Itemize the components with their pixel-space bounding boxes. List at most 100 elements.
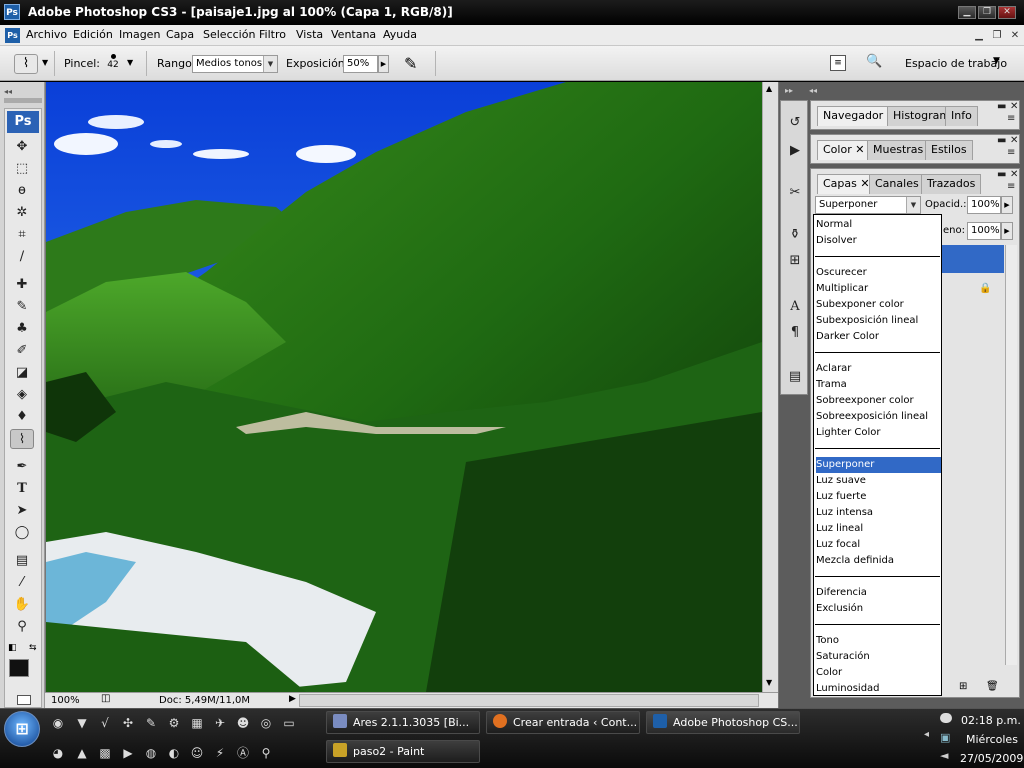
start-button[interactable]: ⊞ — [4, 711, 40, 747]
blend-luz-fuerte[interactable]: Luz fuerte — [816, 489, 941, 505]
palette-well-icon[interactable]: ≡ — [830, 55, 846, 71]
panel-menu-icon[interactable]: ≡ — [1007, 113, 1015, 124]
users-icon[interactable]: ☺ — [189, 745, 205, 761]
menu-filtro[interactable]: Filtro — [259, 28, 286, 41]
chevron-down-icon[interactable]: ▼ — [993, 56, 1000, 66]
speech-bubble-icon[interactable] — [940, 713, 952, 723]
doc-close-button[interactable]: ✕ — [1008, 29, 1022, 42]
doc-minimize-button[interactable]: ▁ — [972, 29, 986, 42]
slice-tool-icon[interactable]: ∕ — [10, 247, 34, 267]
pen-tool-icon[interactable]: ✒ — [10, 457, 34, 477]
default-colors-icon[interactable]: ◧ — [8, 643, 17, 653]
clone-stamp-tool-icon[interactable]: ♣ — [10, 319, 34, 339]
quick-mask-icon[interactable] — [17, 695, 31, 705]
blend-subexponer-color[interactable]: Subexponer color — [816, 297, 941, 313]
task-ares[interactable]: Ares 2.1.1.3035 [Bi... — [326, 711, 480, 734]
restore-button[interactable]: ❐ — [978, 6, 996, 19]
quicklaunch-icon[interactable]: ▦ — [189, 715, 205, 731]
hand-tool-icon[interactable]: ✋ — [10, 595, 34, 615]
crop-tool-icon[interactable]: ⌗ — [10, 225, 34, 245]
chevron-down-icon[interactable]: ▼ — [42, 58, 48, 67]
tab-info[interactable]: Info — [945, 106, 978, 126]
blend-lighter-color[interactable]: Lighter Color — [816, 425, 941, 441]
bridge-icon[interactable]: 🔍 — [866, 54, 886, 72]
quicklaunch-icon[interactable]: ▼ — [74, 715, 90, 731]
blend-trama[interactable]: Trama — [816, 377, 941, 393]
quicklaunch-icon[interactable]: ◉ — [50, 715, 66, 731]
blend-saturacion[interactable]: Saturación — [816, 649, 941, 665]
monitor-icon[interactable]: ▭ — [281, 715, 297, 731]
history-brush-tool-icon[interactable]: ✐ — [10, 341, 34, 361]
scroll-down-icon[interactable]: ▼ — [766, 678, 772, 687]
paragraph-icon[interactable]: ¶ — [785, 323, 805, 343]
actions-icon[interactable]: ▶ — [785, 141, 805, 161]
layers-scrollbar[interactable] — [1005, 245, 1017, 665]
settings-gear-icon[interactable]: ⚙ — [166, 715, 182, 731]
menu-ventana[interactable]: Ventana — [331, 28, 376, 41]
trash-icon[interactable]: 🗑 — [986, 681, 999, 692]
blend-oscurecer[interactable]: Oscurecer — [816, 265, 941, 281]
menu-seleccion[interactable]: Selección — [203, 28, 255, 41]
tray-expand-icon[interactable]: ◂ — [924, 729, 929, 740]
opacity-field[interactable]: 100% — [967, 196, 1001, 214]
media-player-icon[interactable]: ▶ — [120, 745, 136, 761]
lasso-tool-icon[interactable]: ɵ — [10, 181, 34, 201]
blend-superponer[interactable]: Superponer — [816, 457, 941, 473]
chat-icon[interactable]: ◍ — [143, 745, 159, 761]
zoom-tool-icon[interactable]: ⚲ — [10, 617, 34, 637]
blend-subexposicion-lineal[interactable]: Subexposición lineal — [816, 313, 941, 329]
swap-colors-icon[interactable]: ⇆ — [29, 643, 37, 653]
task-photoshop[interactable]: Adobe Photoshop CS... — [646, 711, 800, 734]
tab-capas[interactable]: Capas ✕ — [817, 174, 876, 194]
panel-menu-icon[interactable]: ≡ — [1007, 147, 1015, 158]
layer-comps-icon[interactable]: ▤ — [785, 367, 805, 387]
opacity-arrow[interactable]: ▶ — [1001, 196, 1013, 214]
quicklaunch-icon[interactable]: √ — [97, 715, 113, 731]
chevron-down-icon[interactable]: ▼ — [127, 58, 133, 67]
volume-icon[interactable]: ◄ — [940, 749, 948, 762]
eraser-tool-icon[interactable]: ◪ — [10, 363, 34, 383]
expand-dock-icon[interactable]: ▸▸ — [785, 86, 793, 95]
blend-tono[interactable]: Tono — [816, 633, 941, 649]
fill-field[interactable]: 100% — [967, 222, 1001, 240]
sponge-tool-preset-icon[interactable]: ⌇ — [14, 54, 38, 74]
menu-imagen[interactable]: Imagen — [119, 28, 160, 41]
blend-mode-select[interactable]: Superponer ▼ — [815, 196, 921, 214]
blend-multiplicar[interactable]: Multiplicar — [816, 281, 941, 297]
exposure-slider-arrow[interactable]: ▶ — [378, 55, 389, 73]
panel-menu-icon[interactable]: ≡ — [1007, 181, 1015, 192]
brushes-icon[interactable]: ⚱ — [785, 225, 805, 245]
blend-exclusion[interactable]: Exclusión — [816, 601, 941, 617]
brush-picker[interactable]: 42 — [105, 52, 121, 76]
quicklaunch-icon[interactable]: ▩ — [97, 745, 113, 761]
blend-disolver[interactable]: Disolver — [816, 233, 941, 249]
blend-normal[interactable]: Normal — [816, 217, 941, 233]
document-image[interactable] — [46, 82, 762, 692]
tab-canales[interactable]: Canales — [869, 174, 925, 194]
toolbox-grip[interactable] — [4, 98, 42, 103]
status-arrow-icon[interactable]: ▶ — [289, 694, 296, 704]
menu-archivo[interactable]: Archivo — [26, 28, 67, 41]
quicklaunch-icon[interactable]: ✣ — [120, 715, 136, 731]
menu-capa[interactable]: Capa — [166, 28, 194, 41]
quicklaunch-icon[interactable]: ◐ — [166, 745, 182, 761]
paint-bucket-tool-icon[interactable]: ◈ — [10, 385, 34, 405]
move-tool-icon[interactable]: ✥ — [10, 137, 34, 157]
eyedropper-tool-icon[interactable]: ⁄ — [10, 573, 34, 593]
tab-trazados[interactable]: Trazados — [921, 174, 982, 194]
close-panel-icon[interactable]: ✕ — [1010, 169, 1018, 180]
minimize-panel-icon[interactable]: ▬ — [997, 101, 1006, 112]
ares-icon[interactable]: Ⓐ — [235, 745, 251, 761]
magic-wand-tool-icon[interactable]: ✲ — [10, 203, 34, 223]
photoshop-badge[interactable]: Ps — [7, 111, 39, 133]
marquee-tool-icon[interactable]: ⬚ — [10, 159, 34, 179]
character-icon[interactable]: A — [785, 297, 805, 317]
brush-tool-icon[interactable]: ✎ — [10, 297, 34, 317]
notes-tool-icon[interactable]: ▤ — [10, 551, 34, 571]
healing-brush-tool-icon[interactable]: ✚ — [10, 275, 34, 295]
tab-estilos[interactable]: Estilos — [925, 140, 973, 160]
network-icon[interactable]: ▣ — [940, 731, 950, 744]
clone-source-icon[interactable]: ⊞ — [785, 251, 805, 271]
range-select[interactable]: Medios tonos ▼ — [192, 55, 278, 73]
menu-vista[interactable]: Vista — [296, 28, 323, 41]
